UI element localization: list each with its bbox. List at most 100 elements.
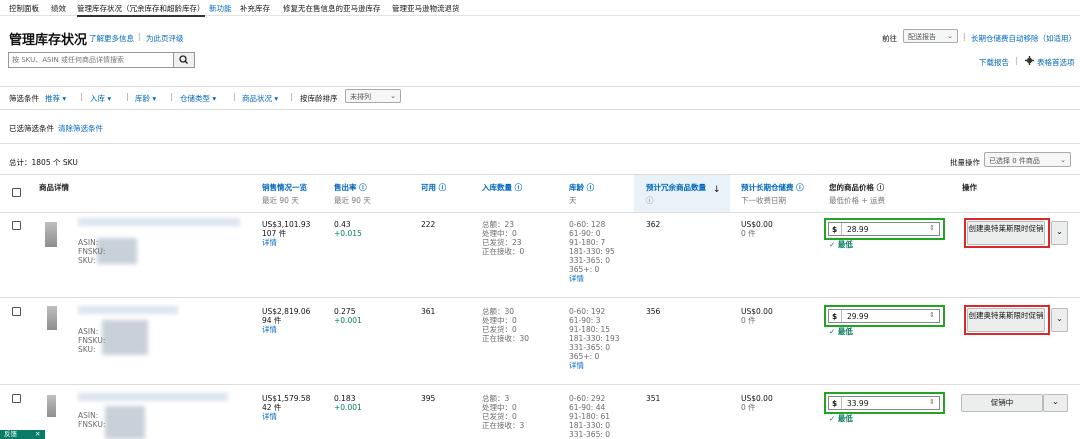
- filter-storage-type[interactable]: 仓储类型 ▾: [180, 93, 216, 104]
- feedback-tab[interactable]: 反馈 ✕: [0, 430, 45, 439]
- price-value[interactable]: 28.99: [847, 225, 868, 234]
- col-sales[interactable]: 销售情况一览 最近 90 天: [262, 182, 307, 206]
- select-all-checkbox[interactable]: [12, 188, 21, 197]
- bulk-actions-label: 批量操作: [950, 158, 980, 167]
- col-inventory-age[interactable]: 库龄 ⓘ 天: [569, 182, 594, 206]
- nav-fba-returns[interactable]: 管理亚马逊物流退货: [392, 3, 460, 14]
- clear-filters-link[interactable]: 清除筛选条件: [58, 123, 103, 134]
- separator: |: [170, 92, 173, 101]
- gear-icon[interactable]: [1025, 56, 1034, 65]
- filter-recommended[interactable]: 推荐 ▾: [45, 93, 66, 104]
- sales-details-link[interactable]: 详情: [262, 238, 310, 247]
- product-image: [45, 222, 57, 247]
- price-value[interactable]: 29.99: [847, 312, 868, 321]
- close-icon[interactable]: ✕: [35, 430, 40, 439]
- sales-amount: US$3,101.93: [262, 220, 311, 229]
- col-inbound[interactable]: 入库数量 ⓘ: [482, 182, 522, 193]
- stepper-icon[interactable]: ⇕: [929, 398, 935, 406]
- chevron-down-icon: ⌄: [947, 32, 953, 40]
- action-dropdown-button[interactable]: ⌄: [1043, 394, 1068, 412]
- sales-units: 107 件: [262, 229, 287, 238]
- col-sell-through[interactable]: 售出率 ⓘ 最近 90 天: [334, 182, 371, 206]
- price-field[interactable]: $ 33.99 ⇕: [828, 396, 940, 410]
- goto-select[interactable]: 配送报告 ⌄: [903, 29, 958, 43]
- product-title-redacted[interactable]: [78, 393, 228, 401]
- learn-more-link[interactable]: 了解更多信息: [89, 33, 134, 44]
- sales-details-link[interactable]: 详情: [262, 325, 310, 334]
- search-input[interactable]: [9, 53, 169, 67]
- filter-condition[interactable]: 商品状况 ▾: [242, 93, 278, 104]
- lowest-price-badge: ✓ 最低: [829, 240, 853, 249]
- row-checkbox[interactable]: [12, 221, 21, 230]
- nav-manage-inventory-health[interactable]: 管理库存状况（冗余库存和超龄库存）: [77, 3, 205, 17]
- goto-select-value: 配送报告: [908, 33, 936, 41]
- chevron-down-icon: ⌄: [1056, 227, 1063, 236]
- separator: |: [1015, 56, 1018, 65]
- sell-through: 0.183 +0.001: [334, 394, 362, 412]
- currency-symbol: $: [832, 399, 838, 408]
- product-image: [47, 395, 56, 417]
- estimated-ltsf: US$0.00 0 件: [741, 394, 773, 412]
- divider: [0, 109, 1080, 110]
- nav-restock[interactable]: 补充库存: [240, 3, 270, 14]
- action-dropdown-button[interactable]: ⌄: [1051, 221, 1068, 245]
- filter-label: 筛选条件: [9, 94, 39, 103]
- nav-dashboard[interactable]: 控制面板: [9, 3, 39, 14]
- chevron-down-icon: ⌄: [1060, 156, 1066, 164]
- chevron-down-icon: ⌄: [1052, 397, 1059, 406]
- lowest-price-badge: ✓ 最低: [829, 414, 853, 423]
- product-title-redacted[interactable]: [78, 218, 240, 226]
- product-ids: ASIN: FNSKU: SKU:: [78, 238, 106, 265]
- sales-summary: US$1,579.58 42 件 详情: [262, 394, 310, 421]
- available-qty: 395: [421, 394, 436, 403]
- product-ids-redacted: [105, 406, 145, 439]
- rate-page-link[interactable]: 为此页评级: [146, 33, 184, 44]
- col-estimated-ltsf[interactable]: 预计长期仓储费 ⓘ 下一收费日期: [741, 182, 804, 206]
- applied-filters-label: 已选筛选条件: [9, 124, 54, 133]
- nav-fix-stranded[interactable]: 修复无在售信息的亚马逊库存: [283, 3, 381, 14]
- sales-units: 42 件: [262, 403, 282, 412]
- nav-performance[interactable]: 绩效: [51, 3, 66, 14]
- inventory-age-breakdown: 0-60: 292 61-90: 44 91-180: 61 181-330: 0 33…: [569, 394, 611, 439]
- divider: [841, 223, 842, 235]
- inventory-age-breakdown: 0-60: 192 61-90: 3 91-180: 15 181-330: 193 3…: [569, 307, 620, 370]
- estimated-ltsf: US$0.00 0 件: [741, 307, 773, 325]
- product-image: [47, 306, 57, 330]
- stepper-icon[interactable]: ⇕: [929, 311, 935, 319]
- inventory-age-breakdown: 0-60: 128 61-90: 0 91-180: 7 181-330: 95 331…: [569, 220, 615, 283]
- col-your-price[interactable]: 您的商品价格 ⓘ 最低价格 + 运费: [829, 182, 885, 206]
- top-navigation: 控制面板 绩效 管理库存状况（冗余库存和超龄库存） 新功能 补充库存 修复无在售…: [0, 0, 1080, 17]
- col-available[interactable]: 可用 ⓘ: [421, 182, 446, 193]
- estimated-excess: 362: [646, 220, 661, 229]
- age-details-link[interactable]: 详情: [569, 274, 615, 283]
- price-field[interactable]: $ 29.99 ⇕: [828, 309, 940, 323]
- search-icon: [179, 55, 188, 64]
- on-promotion-button[interactable]: 促销中: [961, 394, 1043, 412]
- filter-inbound[interactable]: 入库 ▾: [90, 93, 111, 104]
- bulk-actions-select[interactable]: 已选择 0 件商品 ⌄: [984, 152, 1071, 167]
- search-button[interactable]: [173, 52, 195, 68]
- action-dropdown-button[interactable]: ⌄: [1051, 308, 1068, 332]
- sell-through: 0.275 +0.001: [334, 307, 362, 325]
- age-details-link[interactable]: 详情: [569, 361, 620, 370]
- sort-select[interactable]: 未排列 ⌄: [345, 89, 401, 103]
- product-title-redacted[interactable]: [78, 306, 178, 314]
- filter-age[interactable]: 库龄 ▾: [135, 93, 156, 104]
- col-estimated-excess[interactable]: 预计冗余商品数量 ⓘ: [646, 182, 706, 206]
- sales-amount: US$1,579.58: [262, 394, 311, 403]
- price-value[interactable]: 33.99: [847, 399, 868, 408]
- row-checkbox[interactable]: [12, 394, 21, 403]
- col-product-details: 商品详情: [39, 183, 69, 192]
- sort-descending-icon[interactable]: ↓: [713, 185, 721, 195]
- row-checkbox[interactable]: [12, 307, 21, 316]
- divider: [0, 212, 1080, 213]
- price-field[interactable]: $ 28.99 ⇕: [828, 222, 940, 236]
- sales-details-link[interactable]: 详情: [262, 412, 310, 421]
- nav-new-features[interactable]: 新功能: [209, 3, 232, 14]
- available-qty: 222: [421, 220, 436, 229]
- table-preferences-link[interactable]: 表格首选项: [1037, 57, 1075, 68]
- separator: |: [138, 32, 141, 41]
- download-report-link[interactable]: 下载报告: [979, 57, 1009, 68]
- stepper-icon[interactable]: ⇕: [929, 224, 935, 232]
- long-term-fee-link[interactable]: 长期仓储费自动移除（如适用）: [971, 33, 1076, 44]
